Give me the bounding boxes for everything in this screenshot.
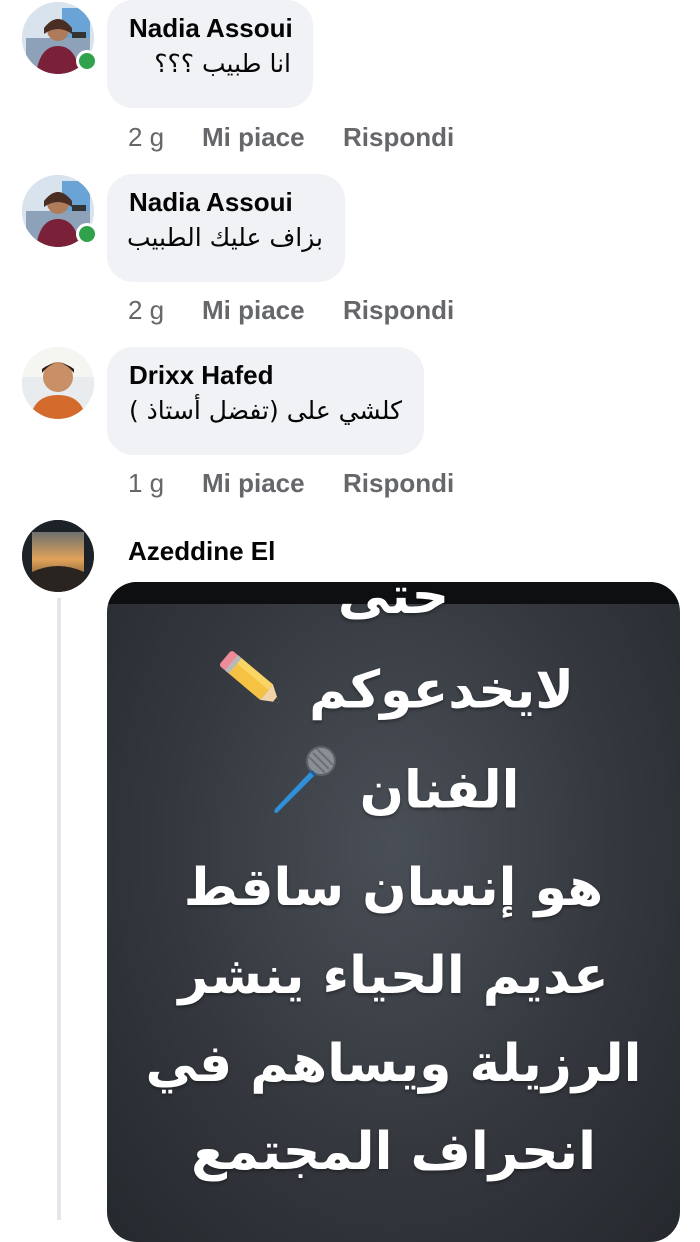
like-button[interactable]: Mi piace	[202, 122, 343, 152]
microphone-icon	[267, 743, 341, 844]
image-text-line: لايخدعوكم	[309, 660, 574, 721]
reply-button[interactable]: Rispondi	[343, 122, 454, 152]
image-text-line: هو إنسان ساقط	[183, 858, 604, 918]
online-status-icon	[76, 223, 98, 245]
comment-author[interactable]: Nadia Assoui	[129, 186, 323, 218]
comment-bubble[interactable]: Nadia Assoui انا طبيب ؟؟؟	[107, 0, 313, 108]
image-text-line: عديم الحياء ينشر	[178, 946, 609, 1006]
image-text: حتى لايخدعوكم الفنان هو إنسان ساقط عديم …	[107, 582, 680, 1196]
avatar[interactable]	[22, 347, 94, 419]
online-status-icon	[76, 50, 98, 72]
image-text-line: الفنان	[359, 760, 520, 821]
comment-author[interactable]: Azeddine El	[128, 535, 275, 567]
pencil-icon	[213, 644, 291, 743]
comment-text: انا طبيب ؟؟؟	[154, 49, 291, 78]
reply-button[interactable]: Rispondi	[343, 468, 454, 498]
comment-author[interactable]: Drixx Hafed	[129, 359, 402, 391]
reply-button[interactable]: Rispondi	[343, 295, 454, 325]
like-button[interactable]: Mi piace	[202, 468, 343, 498]
image-text-row: الفنان	[107, 743, 680, 844]
image-text-line: انحراف المجتمع	[191, 1122, 596, 1182]
like-button[interactable]: Mi piace	[202, 295, 343, 325]
thread-line	[57, 598, 61, 1220]
comment-bubble[interactable]: Drixx Hafed كلشي على (تفضل أستاذ )	[107, 347, 424, 455]
comment-image[interactable]: حتى لايخدعوكم الفنان هو إنسان ساقط عديم …	[107, 582, 680, 1242]
comment-bubble[interactable]: Nadia Assoui بزاف عليك الطبيب	[107, 174, 345, 282]
comment-time[interactable]: 2 g	[128, 122, 202, 152]
avatar[interactable]	[22, 520, 94, 592]
image-text-line: الرزيلة ويساهم في	[145, 1034, 642, 1094]
comment-text: كلشي على (تفضل أستاذ )	[128, 396, 402, 425]
comment-author[interactable]: Nadia Assoui	[129, 12, 293, 44]
image-text-line: حتى	[337, 582, 450, 626]
image-text-row: لايخدعوكم	[107, 644, 680, 743]
comment-time[interactable]: 2 g	[128, 295, 202, 325]
comment-time[interactable]: 1 g	[128, 468, 202, 498]
comment-text: بزاف عليك الطبيب	[126, 223, 323, 252]
